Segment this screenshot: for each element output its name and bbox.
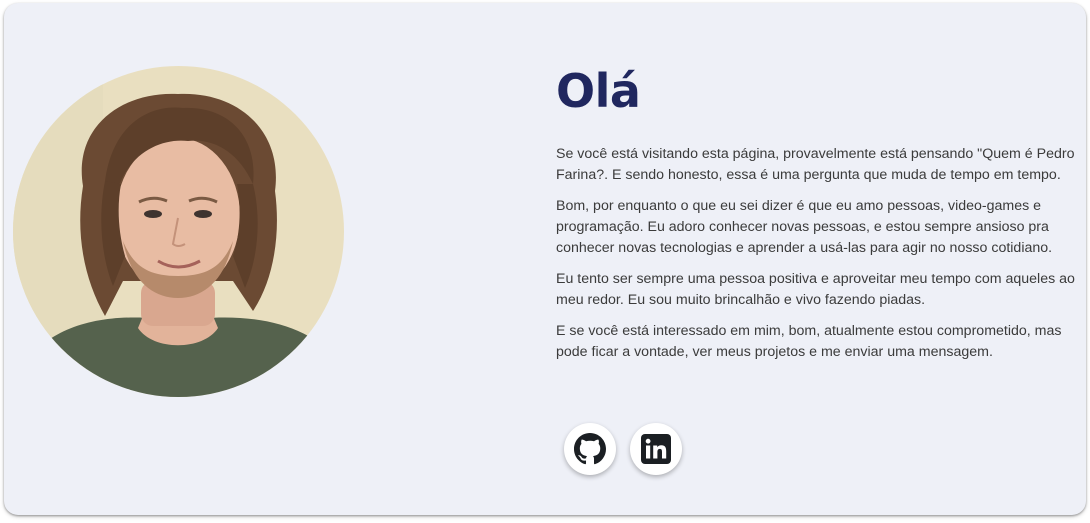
github-button[interactable] bbox=[564, 423, 616, 475]
intro-text: Se você está visitando esta página, prov… bbox=[556, 144, 1076, 373]
github-icon bbox=[574, 433, 606, 465]
page-title: Olá bbox=[556, 64, 641, 118]
intro-paragraph: E se você está interessado em mim, bom, … bbox=[556, 323, 1062, 360]
linkedin-icon bbox=[640, 433, 672, 465]
social-links bbox=[564, 423, 682, 475]
about-card: Olá Se você está visitando esta página, … bbox=[4, 3, 1086, 515]
intro-paragraph: Bom, por enquanto o que eu sei dizer é q… bbox=[556, 198, 1053, 256]
linkedin-button[interactable] bbox=[630, 423, 682, 475]
intro-paragraph: Se você está visitando esta página, prov… bbox=[556, 146, 1075, 183]
intro-paragraph: Eu tento ser sempre uma pessoa positiva … bbox=[556, 271, 1075, 308]
profile-photo bbox=[13, 66, 344, 397]
